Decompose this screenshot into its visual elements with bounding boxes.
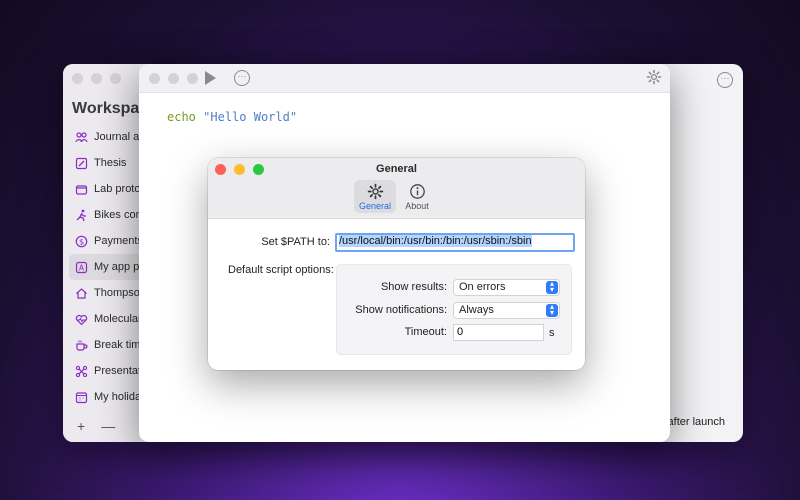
more-options-icon[interactable]: ··· xyxy=(717,72,733,88)
sidebar-item-label: Payments xyxy=(94,235,141,247)
close-button[interactable] xyxy=(149,73,160,84)
sidebar-item-lab-protocols[interactable]: Lab protocols xyxy=(69,176,141,202)
sidebar-item-presentation[interactable]: Presentation xyxy=(69,358,141,384)
sidebar-item-label: Thesis xyxy=(94,157,127,169)
minimize-button[interactable] xyxy=(91,73,102,84)
show-notifications-label: Show notifications: xyxy=(355,304,447,316)
default-options-label: Default script options: xyxy=(228,264,334,276)
sidebar-item-molecular[interactable]: Molecular xyxy=(69,306,141,332)
close-button[interactable] xyxy=(72,73,83,84)
sidebar-item-journal[interactable]: Journal and notes xyxy=(69,124,141,150)
tab-about[interactable]: About xyxy=(396,180,438,213)
sidebar-item-label: Presentation xyxy=(94,365,141,377)
zoom-button[interactable] xyxy=(187,73,198,84)
sidebar-item-thompson[interactable]: Thompson xyxy=(69,280,141,306)
general-preferences-dialog: General General About Set $PATH to: /usr… xyxy=(208,158,585,370)
show-results-label: Show results: xyxy=(380,281,447,293)
house-icon xyxy=(75,287,88,300)
sidebar-list: Journal and notes Thesis Lab protocols B… xyxy=(69,124,141,410)
tab-label: General xyxy=(358,201,392,211)
sidebar-item-my-holidays[interactable]: My holidays xyxy=(69,384,141,410)
zoom-button[interactable] xyxy=(110,73,121,84)
sidebar-item-break-time[interactable]: Break time xyxy=(69,332,141,358)
tab-label: About xyxy=(405,201,429,211)
path-label: Set $PATH to: xyxy=(261,236,330,248)
code-keyword: echo xyxy=(167,110,196,124)
sidebar-item-label: Journal and notes xyxy=(94,131,141,143)
editor-toolbar: ··· xyxy=(139,64,670,93)
svg-text:$: $ xyxy=(79,237,84,246)
sidebar-item-label: Lab protocols xyxy=(94,183,141,195)
sidebar-item-label: Molecular xyxy=(94,313,141,325)
code-string: "Hello World" xyxy=(203,110,298,124)
network-icon xyxy=(75,365,88,378)
more-options-icon[interactable]: ··· xyxy=(234,70,250,86)
people-icon xyxy=(75,131,88,144)
window-controls xyxy=(149,73,198,84)
chevron-updown-icon: ▴ ▾ xyxy=(546,303,558,317)
add-button[interactable]: + xyxy=(77,418,85,434)
gear-icon[interactable] xyxy=(646,69,662,85)
timeout-input[interactable]: 0 xyxy=(453,324,544,341)
svg-text:A: A xyxy=(79,263,85,272)
remove-button[interactable]: — xyxy=(101,418,115,434)
sidebar-footer: + — xyxy=(77,418,115,434)
sidebar-item-label: Bikes config xyxy=(94,209,141,221)
show-results-select[interactable]: On errors ▴ ▾ xyxy=(453,279,560,296)
chevron-updown-icon: ▴ ▾ xyxy=(546,280,558,294)
pencil-note-icon xyxy=(75,157,88,170)
window-controls xyxy=(72,73,121,84)
sidebar-item-thesis[interactable]: Thesis xyxy=(69,150,141,176)
coffee-icon xyxy=(75,339,88,352)
sidebar: Workspace Journal and notes Thesis Lab p… xyxy=(63,64,157,442)
timeout-label: Timeout: xyxy=(404,326,447,338)
sidebar-item-label: Break time xyxy=(94,339,141,351)
sidebar-item-label: Thompson xyxy=(94,287,141,299)
heart-pulse-icon xyxy=(75,313,88,326)
tab-general[interactable]: General xyxy=(354,180,396,213)
app-a-icon: A xyxy=(75,261,88,274)
after-launch-text: after launch xyxy=(667,416,725,428)
dialog-title: General xyxy=(376,163,417,175)
code-editor[interactable]: echo "Hello World" xyxy=(167,110,297,124)
dollar-icon: $ xyxy=(75,235,88,248)
timeout-unit: s xyxy=(549,327,555,339)
show-notifications-select[interactable]: Always ▴ ▾ xyxy=(453,302,560,319)
sidebar-item-payments[interactable]: $ Payments xyxy=(69,228,141,254)
play-icon[interactable] xyxy=(205,71,216,85)
sidebar-item-my-app[interactable]: A My app project xyxy=(69,254,141,280)
info-icon xyxy=(409,184,425,199)
gear-icon xyxy=(367,183,383,200)
folder-icon xyxy=(75,183,88,196)
sidebar-item-label: My app project xyxy=(94,261,141,273)
runner-icon xyxy=(75,209,88,222)
minimize-button[interactable] xyxy=(168,73,179,84)
calendar-icon xyxy=(75,391,88,404)
path-input[interactable]: /usr/local/bin:/usr/bin:/bin:/usr/sbin:/… xyxy=(335,233,575,252)
sidebar-item-label: My holidays xyxy=(94,391,141,403)
dialog-toolbar: General General About xyxy=(208,158,585,219)
sidebar-item-bikes[interactable]: Bikes config xyxy=(69,202,141,228)
